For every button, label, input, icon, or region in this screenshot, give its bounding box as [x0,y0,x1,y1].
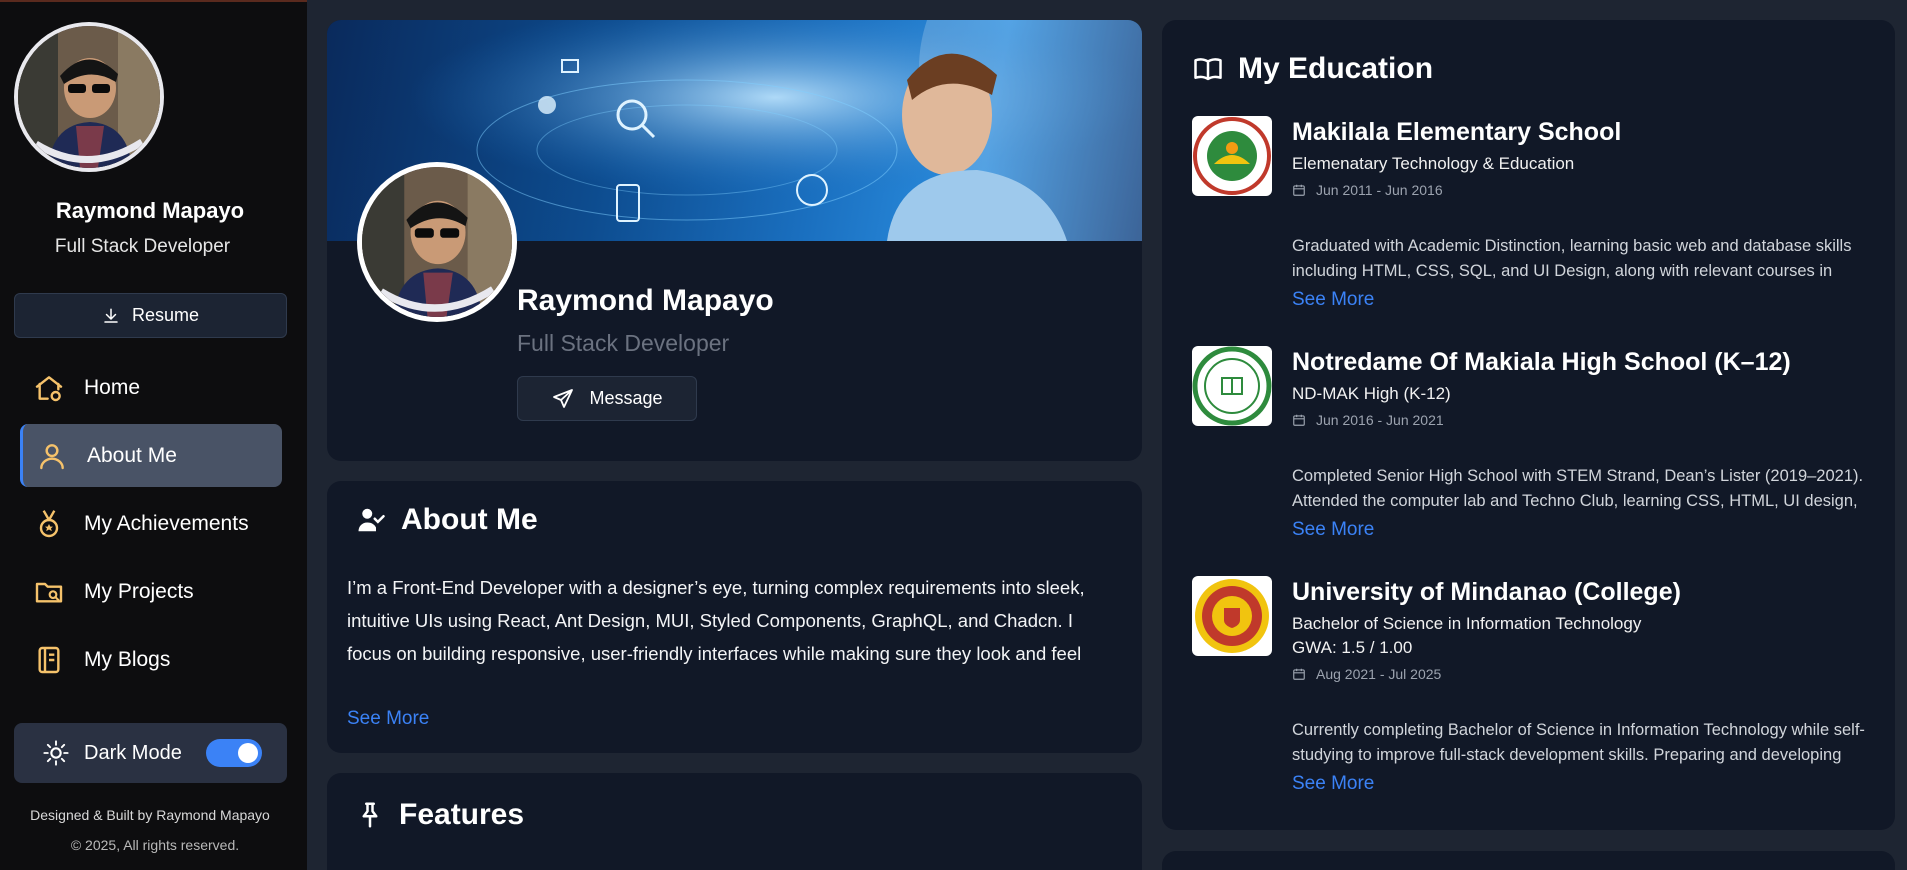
dark-mode-row: Dark Mode [14,723,287,783]
sidebar-item-about-me[interactable]: About Me [20,424,282,487]
medal-icon [32,507,66,541]
sidebar-item-label: My Projects [84,579,194,603]
education-see-more-link[interactable]: See More [1292,519,1374,541]
education-title-text: My Education [1238,52,1434,85]
sidebar: Raymond Mapayo Full Stack Developer Resu… [0,0,307,870]
date-text: Aug 2021 - Jul 2025 [1316,666,1442,682]
education-description: Completed Senior High School with STEM S… [1292,467,1864,510]
avatar-photo [362,167,512,317]
sidebar-item-achievements[interactable]: My Achievements [20,492,282,555]
pin-icon [362,802,378,828]
folder-search-icon [32,575,66,609]
date-range: Jun 2011 - Jun 2016 [1292,182,1443,198]
download-icon [104,308,118,323]
sidebar-item-projects[interactable]: My Projects [20,560,282,623]
school-logo [1192,346,1272,426]
avatar-photo [18,26,160,168]
notebook-icon [32,643,66,677]
next-card [1162,851,1895,870]
message-button[interactable]: Message [517,376,697,421]
profile-role: Full Stack Developer [517,330,730,356]
education-description: Currently completing Bachelor of Science… [1292,721,1865,764]
sidebar-name: Raymond Mapayo [55,198,245,223]
school-name: University of Mindanao (College) [1292,578,1681,606]
user-check-icon [358,508,385,532]
footer-copyright: © 2025, All rights reserved. [70,837,240,853]
profile-avatar [357,162,517,322]
profile-name: Raymond Mapayo [517,284,774,317]
sidebar-item-label: Home [84,375,141,399]
sidebar-nav: Home About Me My Achievements My Project… [20,356,282,696]
education-item: Notredame Of Makiala High School (K–12) … [1192,346,1872,546]
education-item: Makilala Elementary School Elemenatary T… [1192,116,1872,316]
sidebar-item-label: About Me [87,443,177,467]
seal-icon [1195,579,1269,653]
education-item: University of Mindanao (College) Bachelo… [1192,576,1872,806]
message-label: Message [589,388,663,408]
footer-credit: Designed & Built by Raymond Mapayo [30,807,270,823]
seal-icon [1192,346,1272,426]
about-card: About Me I’m a Front-End Developer with … [327,481,1142,753]
sidebar-item-blogs[interactable]: My Blogs [20,628,282,691]
sidebar-item-label: My Achievements [84,511,249,535]
date-text: Jun 2016 - Jun 2021 [1316,412,1444,428]
date-range: Aug 2021 - Jul 2025 [1292,666,1441,682]
sidebar-item-label: My Blogs [84,647,171,671]
gwa: GWA: 1.5 / 1.00 [1292,638,1413,657]
features-card: Features [327,773,1142,870]
features-title: Features [355,798,524,832]
degree: Bachelor of Science in Information Techn… [1292,614,1642,633]
degree: ND-MAK High (K-12) [1292,384,1451,403]
calendar-icon [1293,668,1305,680]
degree: Elemenatary Technology & Education [1292,154,1575,173]
sidebar-role: Full Stack Developer [54,236,231,257]
dark-mode-toggle[interactable] [205,739,262,767]
education-see-more-link[interactable]: See More [1292,289,1374,311]
date-text: Jun 2011 - Jun 2016 [1316,182,1443,198]
education-see-more-link[interactable]: See More [1292,773,1374,795]
about-text: I’m a Front-End Developer with a designe… [347,577,1085,664]
school-name: Makilala Elementary School [1292,118,1622,146]
features-title-text: Features [399,798,525,831]
resume-button[interactable]: Resume [14,293,287,338]
school-name: Notredame Of Makiala High School (K–12) [1292,348,1791,376]
school-logo [1192,576,1272,656]
profile-card: Raymond Mapayo Full Stack Developer Mess… [327,20,1142,461]
home-icon [32,371,66,405]
date-range: Jun 2016 - Jun 2021 [1292,412,1444,428]
school-logo [1192,116,1272,196]
send-icon [553,388,574,408]
sidebar-avatar [14,22,164,172]
dark-mode-label: Dark Mode [84,741,182,764]
education-description: Graduated with Academic Distinction, lea… [1292,237,1852,280]
calendar-icon [1293,414,1305,426]
about-title: About Me [355,503,538,537]
book-open-icon [1194,58,1222,81]
toggle-knob [237,743,258,763]
calendar-icon [1293,184,1305,196]
sun-moon-icon [43,740,69,766]
user-icon [35,439,69,473]
sidebar-item-home[interactable]: Home [20,356,282,419]
seal-icon [1193,117,1271,195]
education-title: My Education [1192,52,1433,86]
about-see-more-link[interactable]: See More [347,708,429,730]
about-title-text: About Me [401,503,538,536]
resume-label: Resume [131,305,200,325]
education-card: My Education Makilala Elementary School … [1162,20,1895,830]
